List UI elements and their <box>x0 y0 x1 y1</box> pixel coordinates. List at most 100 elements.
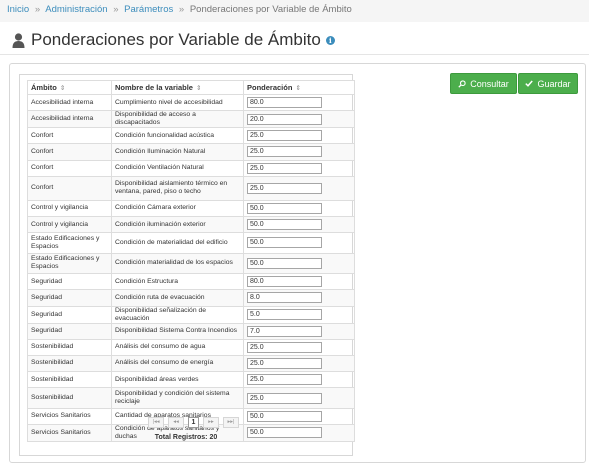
ponderacion-input[interactable] <box>247 325 322 337</box>
cell-variable: Condición Cámara exterior <box>111 199 244 217</box>
cell-variable: Condición materialidad de los espacios <box>111 252 244 275</box>
cell-ponderacion <box>243 127 355 145</box>
table-row: Control y vigilancia Condición iluminaci… <box>27 215 355 234</box>
ponderacion-input[interactable] <box>247 146 322 158</box>
search-icon <box>458 79 466 88</box>
next-page-button[interactable]: ▸▸ <box>203 417 219 428</box>
cell-ambito: Confort <box>27 175 112 201</box>
table-row: Accesibilidad interna Cumplimiento nivel… <box>27 93 355 112</box>
page-title: Ponderaciones por Variable de Ámbito <box>31 30 321 49</box>
ponderacion-input[interactable] <box>247 162 322 174</box>
breadcrumb-link-administracion[interactable]: Administración <box>45 4 107 15</box>
table-row: Sostenibilidad Análisis del consumo de a… <box>27 338 355 356</box>
ponderacion-input[interactable] <box>247 237 322 249</box>
cell-variable: Condición funcionalidad acústica <box>111 127 244 145</box>
ponderacion-input[interactable] <box>247 374 322 386</box>
check-icon <box>525 80 534 87</box>
sort-icon[interactable]: ⇕ <box>60 85 65 92</box>
cell-ponderacion <box>243 338 355 356</box>
cell-ambito: Confort <box>27 143 112 161</box>
table-row: Confort Condición Ventilación Natural <box>27 159 355 177</box>
cell-variable: Disponibilidad de acceso a discapacitado… <box>111 110 244 129</box>
cell-ponderacion <box>243 110 355 129</box>
cell-ponderacion <box>243 289 355 307</box>
breadcrumb-separator: » <box>34 4 41 15</box>
guardar-label: Guardar <box>537 78 571 89</box>
cell-variable: Análisis del consumo de energía <box>111 354 244 373</box>
breadcrumb-link-parametros[interactable]: Parámetros <box>124 4 173 15</box>
cell-variable: Condición ruta de evacuación <box>111 289 244 307</box>
table-row: Confort Condición Iluminación Natural <box>27 143 355 161</box>
cell-ambito: Servicios Sanitarios <box>27 407 112 425</box>
header-divider <box>0 54 589 55</box>
total-records: Total Registros: 20 <box>154 434 218 441</box>
cell-ponderacion <box>243 407 355 425</box>
guardar-button[interactable]: Guardar <box>518 73 578 94</box>
user-icon <box>12 32 25 48</box>
sort-icon[interactable]: ⇕ <box>295 85 300 92</box>
ponderacion-input[interactable] <box>247 276 322 288</box>
cell-variable: Condición Estructura <box>111 273 244 291</box>
table-row: Seguridad Condición Estructura <box>27 273 355 291</box>
cell-ambito: Sostenibilidad <box>27 387 112 409</box>
cell-ponderacion <box>243 143 355 161</box>
first-page-button[interactable]: |◂◂ <box>148 417 164 428</box>
ponderacion-input[interactable] <box>247 341 322 353</box>
pagination: |◂◂ ◂◂ 1 ▸▸ ▸▸| <box>148 417 239 428</box>
ponderacion-input[interactable] <box>247 113 322 125</box>
ponderacion-input[interactable] <box>247 357 322 369</box>
content-panel: Ámbito ⇕ Nombre de la variable ⇕ Ponderaci… <box>9 63 586 463</box>
sort-icon[interactable]: ⇕ <box>196 85 201 92</box>
table-row: Control y vigilancia Condición Cámara ex… <box>27 199 355 217</box>
ponderaciones-table: Ámbito ⇕ Nombre de la variable ⇕ Ponderaci… <box>27 80 355 442</box>
ponderacion-input[interactable] <box>247 292 322 304</box>
ponderacion-input[interactable] <box>247 309 322 320</box>
cell-ambito: Confort <box>27 159 112 177</box>
cell-variable: Condición de materialidad del edificio <box>111 232 244 254</box>
ponderacion-input[interactable] <box>247 202 322 214</box>
prev-page-button[interactable]: ◂◂ <box>168 417 184 428</box>
ponderacion-input[interactable] <box>247 97 322 109</box>
cell-ponderacion <box>243 199 355 217</box>
breadcrumb-link-inicio[interactable]: Inicio <box>7 4 29 15</box>
cell-variable: Cumplimiento nivel de accesibilidad <box>111 93 244 112</box>
breadcrumb-separator: » <box>178 4 185 15</box>
page-header: Ponderaciones por Variable de Ámbito i <box>12 28 335 52</box>
ponderacion-input[interactable] <box>247 182 322 194</box>
cell-ambito: Sostenibilidad <box>27 354 112 373</box>
table-row: Seguridad Condición ruta de evacuación <box>27 289 355 307</box>
breadcrumb-separator: » <box>113 4 119 15</box>
cell-ambito: Seguridad <box>27 305 112 324</box>
table-row: Sostenibilidad Análisis del consumo de e… <box>27 354 355 373</box>
table-container: Ámbito ⇕ Nombre de la variable ⇕ Ponderaci… <box>19 74 355 456</box>
current-page-button[interactable]: 1 <box>188 417 199 428</box>
cell-ponderacion <box>243 305 355 324</box>
ponderacion-input[interactable] <box>247 130 322 142</box>
ponderacion-input[interactable] <box>247 219 322 231</box>
cell-ambito: Confort <box>27 127 112 145</box>
consultar-label: Consultar <box>470 78 509 89</box>
column-header-variable[interactable]: Nombre de la variable ⇕ <box>111 80 244 95</box>
table-row: Accesibilidad interna Disponibilidad de … <box>27 110 355 129</box>
consultar-button[interactable]: Consultar <box>450 73 517 94</box>
cell-ponderacion <box>243 371 355 389</box>
ponderacion-input[interactable] <box>247 257 322 269</box>
ponderacion-input[interactable] <box>247 392 322 404</box>
ponderacion-input[interactable] <box>247 410 322 422</box>
column-header-ambito[interactable]: Ámbito ⇕ <box>27 80 112 95</box>
info-icon[interactable]: i <box>325 35 335 45</box>
last-page-button[interactable]: ▸▸| <box>223 417 239 428</box>
cell-ambito: Control y vigilancia <box>27 215 112 234</box>
cell-variable: Disponibilidad aislamiento térmico en ve… <box>111 175 244 201</box>
cell-ponderacion <box>243 215 355 234</box>
cell-variable: Análisis del consumo de agua <box>111 338 244 356</box>
cell-variable: Disponibilidad áreas verdes <box>111 371 244 389</box>
cell-variable: Condición Ventilación Natural <box>111 159 244 177</box>
cell-variable: Condición iluminación exterior <box>111 215 244 234</box>
column-header-ponderacion[interactable]: Ponderación ⇕ <box>243 80 355 95</box>
cell-variable: Disponibilidad y condición del sistema r… <box>111 387 244 409</box>
cell-ponderacion <box>243 322 355 340</box>
table-row: Estado Edificaciones y Espacios Condició… <box>27 252 355 275</box>
cell-ponderacion <box>243 252 355 275</box>
cell-ponderacion <box>243 175 355 201</box>
